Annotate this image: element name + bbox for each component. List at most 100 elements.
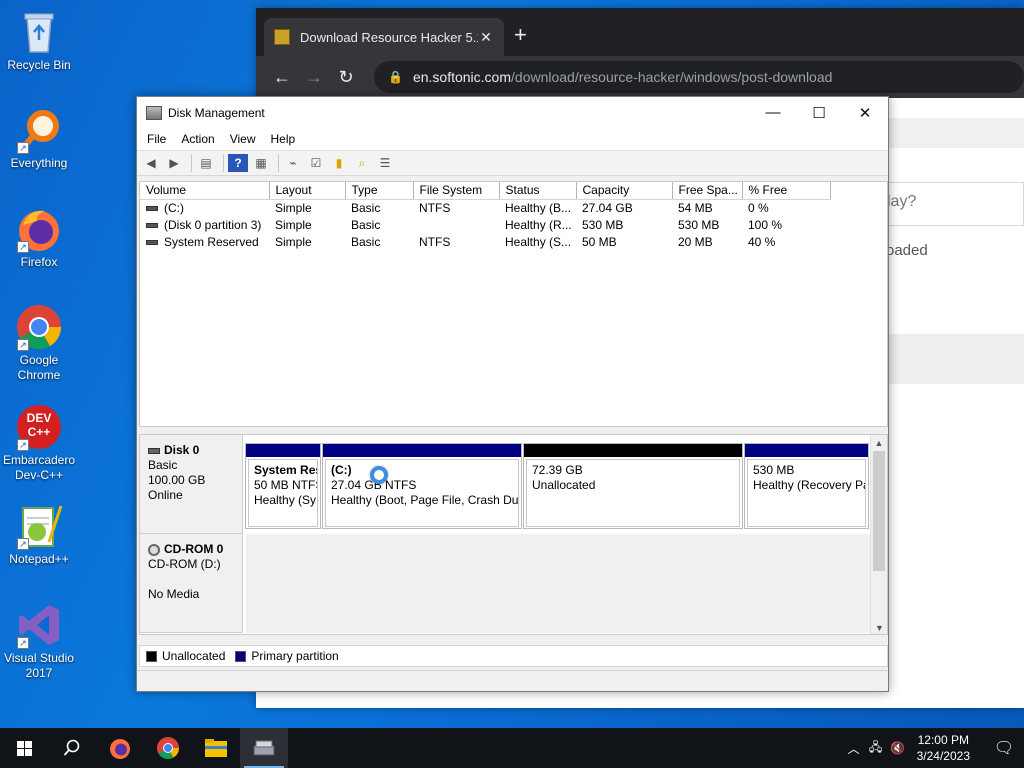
- menu-view[interactable]: View: [230, 132, 256, 146]
- taskbar-chrome[interactable]: [144, 728, 192, 768]
- volume-table: Volume Layout Type File System Status Ca…: [140, 182, 831, 250]
- start-button[interactable]: [0, 728, 48, 768]
- page-download-text: oaded: [886, 242, 928, 259]
- column-header-capacity[interactable]: Capacity: [576, 182, 673, 200]
- column-header-layout[interactable]: Layout: [269, 182, 346, 200]
- toolbar-separator: [278, 154, 279, 172]
- desktop-icon-devcpp[interactable]: DEV C++ ↗ Embarcadero Dev-C++: [0, 403, 78, 483]
- cdrom-0-label[interactable]: CD-ROM 0 CD-ROM (D:) No Media: [140, 534, 243, 633]
- notification-icon[interactable]: 🗨: [984, 738, 1024, 758]
- system-tray: ︿ 🖧 🔇 12:00 PM 3/24/2023 🗨: [843, 728, 1024, 768]
- taskbar-firefox[interactable]: [96, 728, 144, 768]
- partition-system-reserved[interactable]: System Res 50 MB NTFS Healthy (Sy: [245, 443, 321, 529]
- desktop-icon-label: Google Chrome: [17, 353, 61, 382]
- close-tab-icon[interactable]: ✕: [478, 29, 494, 46]
- column-header-free-space[interactable]: Free Spa...: [672, 182, 743, 200]
- help-icon[interactable]: ?: [228, 154, 248, 172]
- folder-up-icon[interactable]: ▮: [329, 154, 349, 172]
- disk-management-icon: [146, 105, 162, 120]
- pct-free-cell: 100 %: [748, 217, 783, 232]
- close-button[interactable]: ✕: [842, 97, 888, 128]
- column-header-status[interactable]: Status: [499, 182, 577, 200]
- browser-tab[interactable]: Download Resource Hacker 5.1.8 ✕: [264, 18, 504, 56]
- minimize-button[interactable]: —: [750, 97, 796, 128]
- page-search-box[interactable]: lay?: [886, 182, 1024, 226]
- column-header-percent-free[interactable]: % Free: [742, 182, 831, 200]
- taskbar-file-explorer[interactable]: [192, 728, 240, 768]
- lock-icon: 🔒: [388, 70, 403, 84]
- properties-icon[interactable]: ▦: [251, 154, 271, 172]
- scroll-thumb[interactable]: [873, 451, 885, 571]
- volume-muted-icon[interactable]: 🔇: [887, 741, 909, 755]
- reload-icon[interactable]: ↻: [330, 67, 362, 88]
- shortcut-arrow-icon: ↗: [17, 339, 29, 351]
- partition-status: Healthy (Sy: [254, 493, 317, 507]
- back-icon[interactable]: ◀: [141, 154, 161, 172]
- scroll-down-icon[interactable]: ▼: [871, 620, 887, 634]
- network-icon[interactable]: 🖧: [865, 738, 887, 759]
- type-cell: Basic: [351, 200, 381, 215]
- search-button[interactable]: [48, 728, 96, 768]
- clock[interactable]: 12:00 PM 3/24/2023: [917, 732, 970, 764]
- partition-status: Unallocated: [532, 478, 596, 492]
- desktop-icon-visual-studio[interactable]: ↗ Visual Studio 2017: [0, 601, 78, 681]
- forward-icon[interactable]: ▶: [164, 154, 184, 172]
- volume-cell: System Reserved: [140, 233, 269, 250]
- new-tab-icon[interactable]: +: [514, 22, 527, 48]
- toolbar-separator: [223, 154, 224, 172]
- cdrom-name-text: CD-ROM 0: [164, 542, 224, 556]
- partition-color-bar: [246, 444, 320, 457]
- address-bar[interactable]: 🔒 en.softonic.com/download/resource-hack…: [374, 61, 1024, 93]
- vertical-scrollbar[interactable]: ▲ ▼: [870, 435, 887, 634]
- connect-icon[interactable]: ⌁: [283, 154, 303, 172]
- free-cell: 54 MB: [678, 200, 713, 215]
- capacity-cell: 27.04 GB: [582, 200, 633, 215]
- toolbar-separator: [191, 154, 192, 172]
- back-arrow-icon[interactable]: ←: [266, 67, 298, 88]
- column-header-volume[interactable]: Volume: [140, 182, 270, 200]
- devcpp-icon: DEV C++ ↗: [15, 403, 63, 451]
- desktop-icon-everything[interactable]: ↗ Everything: [0, 106, 78, 171]
- title-bar[interactable]: Disk Management — ☐ ✕: [137, 97, 888, 128]
- page-band: [886, 334, 1024, 384]
- partition-c-drive[interactable]: (C:) 27.04 GB NTFS Healthy (Boot, Page F…: [322, 443, 522, 529]
- column-header-type[interactable]: Type: [345, 182, 414, 200]
- unallocated-swatch-icon: [146, 650, 157, 662]
- show-hide-tree-icon[interactable]: ▤: [196, 154, 216, 172]
- desktop-icon-notepadpp[interactable]: ↗ Notepad++: [0, 502, 78, 567]
- menu-help[interactable]: Help: [271, 132, 296, 146]
- layout-cell: Simple: [275, 217, 312, 232]
- partition-body: (C:) 27.04 GB NTFS Healthy (Boot, Page F…: [325, 459, 519, 527]
- forward-arrow-icon[interactable]: →: [298, 67, 330, 88]
- pct-free-cell: 40 %: [748, 234, 776, 249]
- search-folder-icon[interactable]: ⌕: [352, 154, 372, 172]
- desktop-icon-label: Recycle Bin: [7, 58, 71, 72]
- url-host: en.softonic.com: [412, 69, 512, 85]
- maximize-button[interactable]: ☐: [796, 97, 842, 128]
- menu-action[interactable]: Action: [181, 132, 214, 146]
- scroll-up-icon[interactable]: ▲: [871, 435, 887, 451]
- menu-bar: File Action View Help: [137, 128, 888, 150]
- partition-size: 72.39 GB: [532, 463, 583, 477]
- taskbar-disk-management[interactable]: [240, 728, 288, 768]
- partition-unallocated[interactable]: 72.39 GB Unallocated: [523, 443, 743, 529]
- chevron-up-icon[interactable]: ︿: [843, 740, 865, 757]
- devcpp-badge-text: DEV C++: [26, 411, 52, 439]
- volume-cell: (Disk 0 partition 3): [140, 216, 269, 233]
- chrome-icon: ↗: [15, 303, 63, 351]
- partition-size: 530 MB: [753, 463, 795, 477]
- disk-0-label[interactable]: Disk 0 Basic 100.00 GB Online: [140, 435, 243, 534]
- page-header-strip: [886, 118, 1024, 148]
- desktop-icon-recycle-bin[interactable]: Recycle Bin: [0, 8, 78, 73]
- table-row[interactable]: (Disk 0 partition 3) Simple Basic Health…: [140, 216, 830, 233]
- table-row[interactable]: (C:) Simple Basic NTFS Healthy (B... 27.…: [140, 199, 830, 216]
- table-row[interactable]: System Reserved Simple Basic NTFS Health…: [140, 233, 830, 250]
- column-header-file-system[interactable]: File System: [413, 182, 500, 200]
- check-icon[interactable]: ☑: [306, 154, 326, 172]
- desktop-icon-firefox[interactable]: ↗ Firefox: [0, 205, 78, 270]
- partition-recovery[interactable]: 530 MB Healthy (Recovery Pa: [744, 443, 869, 529]
- desktop-icon-chrome[interactable]: ↗ Google Chrome: [0, 303, 78, 383]
- settings-panel-icon[interactable]: ☰: [375, 154, 395, 172]
- primary-partition-swatch-icon: [235, 650, 247, 662]
- menu-file[interactable]: File: [147, 132, 166, 146]
